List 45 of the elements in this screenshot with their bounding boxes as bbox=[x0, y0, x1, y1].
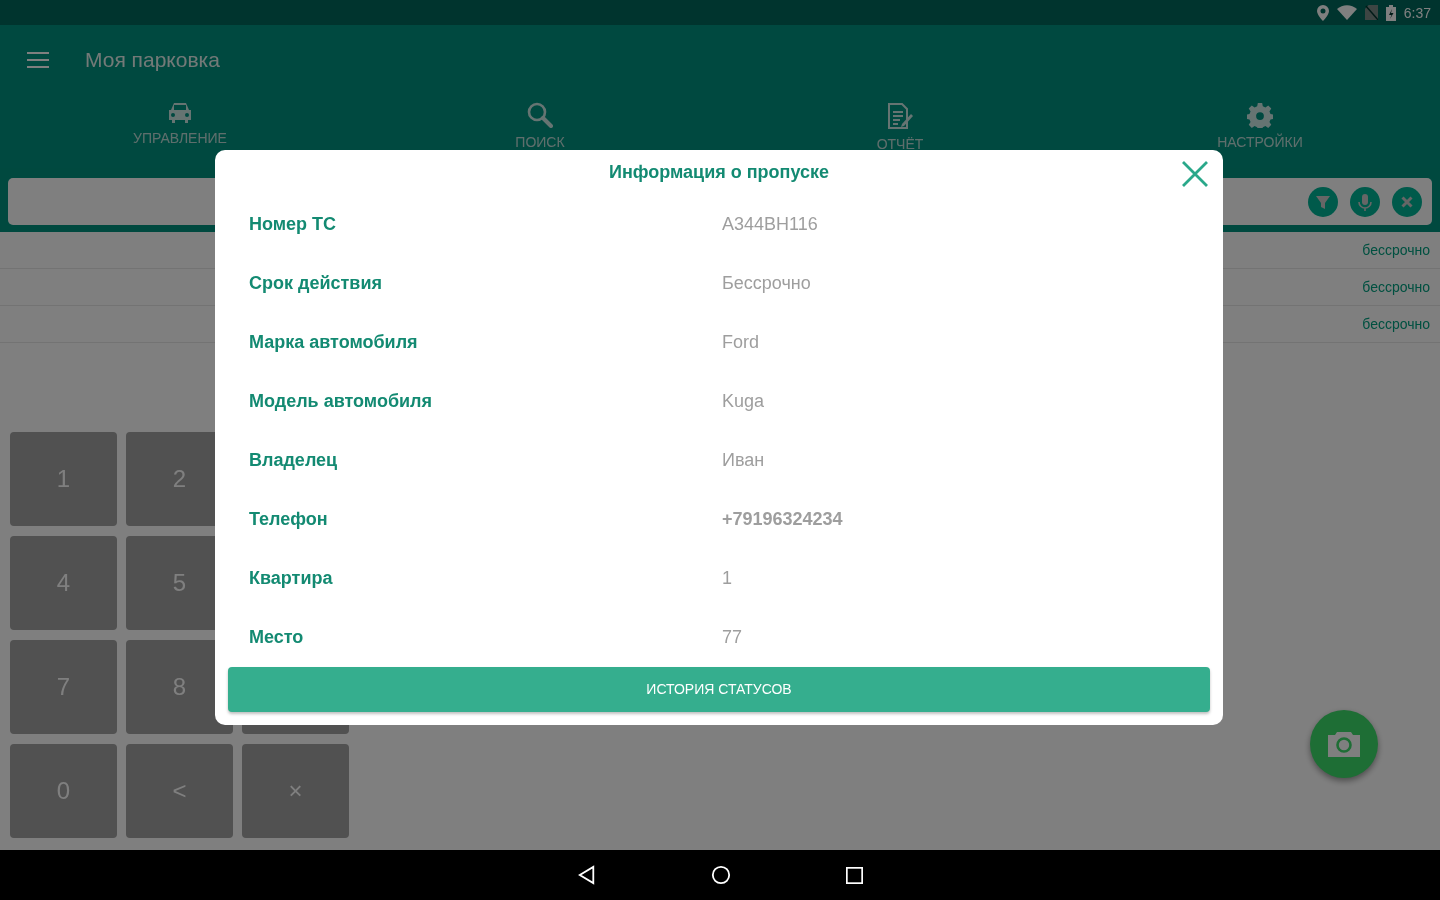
menu-icon[interactable] bbox=[27, 52, 49, 68]
gear-icon bbox=[1247, 102, 1273, 128]
field-value: Kuga bbox=[722, 390, 765, 412]
document-pencil-icon bbox=[886, 102, 914, 130]
keypad-key[interactable]: × bbox=[242, 744, 349, 838]
nav-tab[interactable]: НАСТРОЙКИ bbox=[1080, 95, 1440, 168]
field-label: Номер ТС bbox=[249, 213, 338, 235]
microphone-icon[interactable] bbox=[1350, 186, 1380, 217]
home-icon[interactable] bbox=[710, 865, 731, 885]
recents-icon[interactable] bbox=[845, 866, 863, 884]
field-value: +79196324234 bbox=[722, 508, 843, 530]
field-value: Иван bbox=[722, 449, 765, 471]
camera-icon bbox=[1326, 729, 1362, 759]
field-label: Марка автомобиля bbox=[249, 331, 419, 353]
filter-icon[interactable] bbox=[1308, 186, 1338, 217]
back-icon[interactable] bbox=[577, 865, 596, 885]
clock-time: 6:37 bbox=[1403, 4, 1431, 21]
battery-icon bbox=[1385, 4, 1396, 21]
validity-text: бессрочно bbox=[1362, 316, 1430, 332]
keypad-key[interactable]: < bbox=[126, 744, 233, 838]
app-title: Моя парковка bbox=[85, 48, 220, 72]
field-value: 1 bbox=[722, 567, 732, 589]
clear-icon[interactable] bbox=[1392, 186, 1422, 217]
validity-text: бессрочно bbox=[1362, 279, 1430, 295]
field-value: 77 bbox=[722, 626, 743, 648]
field-label: Квартира bbox=[249, 567, 334, 589]
search-icon bbox=[527, 102, 553, 128]
field-label: Срок действия bbox=[249, 272, 383, 294]
field-value: Бессрочно bbox=[722, 272, 811, 294]
wifi-icon bbox=[1336, 5, 1357, 20]
no-sim-icon bbox=[1364, 5, 1378, 20]
field-label: Место bbox=[249, 626, 305, 648]
car-icon bbox=[167, 102, 193, 124]
field-value: А344ВН116 bbox=[722, 213, 818, 235]
field-label: Телефон bbox=[249, 508, 329, 530]
status-history-button[interactable]: ИСТОРИЯ СТАТУСОВ bbox=[228, 666, 1210, 712]
location-icon bbox=[1316, 4, 1329, 21]
field-value: Ford bbox=[722, 331, 759, 353]
field-label: Модель автомобиля bbox=[249, 390, 434, 412]
nav-tab[interactable]: УПРАВЛЕНИЕ bbox=[0, 95, 360, 168]
field-label: Владелец bbox=[249, 449, 339, 471]
validity-text: бессрочно bbox=[1362, 242, 1430, 258]
close-icon[interactable] bbox=[1182, 161, 1208, 187]
camera-button[interactable] bbox=[1310, 710, 1378, 778]
dialog-title: Информация о пропуске bbox=[608, 161, 830, 183]
